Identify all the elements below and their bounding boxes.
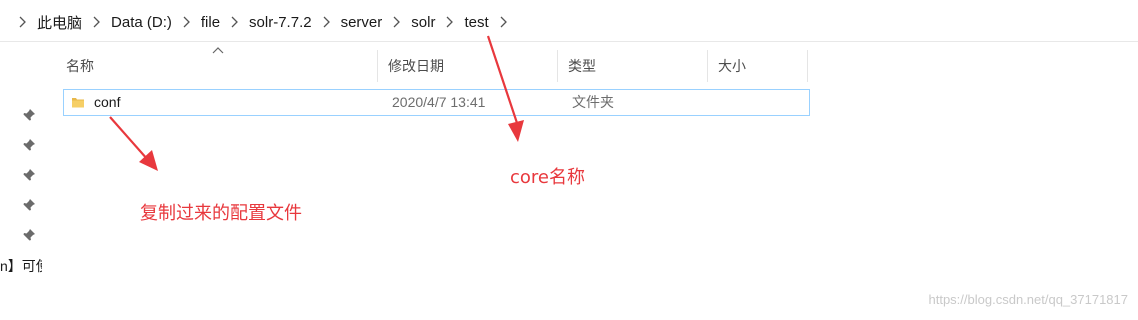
chevron-right-icon[interactable] [230,16,239,28]
chevron-right-icon[interactable] [392,16,401,28]
chevron-right-icon[interactable] [182,16,191,28]
breadcrumb: 此电脑 Data (D:) file solr-7.7.2 server sol… [8,10,518,34]
chevron-right-icon[interactable] [322,16,331,28]
pin-icon[interactable] [22,228,36,242]
file-list[interactable]: 名称 修改日期 类型 大小 conf 2020/4/7 13:41 文件夹 [42,42,1138,320]
watermark: https://blog.csdn.net/qq_37171817 [928,292,1129,307]
file-type: 文件夹 [572,94,614,110]
file-name[interactable]: conf [94,90,120,115]
annotation-copied-config: 复制过来的配置文件 [140,203,302,224]
column-header-type[interactable]: 类型 [558,50,708,82]
breadcrumb-this-pc[interactable]: 此电脑 [37,12,82,33]
pin-icon[interactable] [22,198,36,212]
chevron-right-icon[interactable] [445,16,454,28]
column-header-date[interactable]: 修改日期 [378,50,558,82]
annotation-core-name: core名称 [510,167,585,188]
breadcrumb-file[interactable]: file [201,14,220,31]
column-header-size-label: 大小 [718,58,746,74]
column-header-date-label: 修改日期 [388,58,444,74]
breadcrumb-test[interactable]: test [464,14,488,31]
column-header-size[interactable]: 大小 [708,50,808,82]
column-header-row: 名称 修改日期 类型 大小 [56,47,808,82]
file-modified-date: 2020/4/7 13:41 [392,94,486,110]
chevron-right-icon[interactable] [18,16,27,28]
address-bar[interactable]: 此电脑 Data (D:) file solr-7.7.2 server sol… [0,0,1138,42]
column-header-name[interactable]: 名称 [56,47,378,82]
navigation-pane[interactable]: n】可使 [0,42,42,320]
breadcrumb-solr[interactable]: solr [411,14,435,31]
pin-icon[interactable] [22,108,36,122]
breadcrumb-solr-version[interactable]: solr-7.7.2 [249,14,312,31]
file-row-conf[interactable]: conf 2020/4/7 13:41 文件夹 [63,89,810,116]
pin-icon[interactable] [22,168,36,182]
breadcrumb-drive[interactable]: Data (D:) [111,14,172,31]
breadcrumb-server[interactable]: server [341,14,383,31]
chevron-right-icon[interactable] [499,16,508,28]
folder-icon [72,98,84,108]
chevron-right-icon[interactable] [92,16,101,28]
nav-item-partial-label[interactable]: n】可使 [0,256,42,276]
sort-ascending-icon [212,47,224,54]
pin-icon[interactable] [22,138,36,152]
column-header-type-label: 类型 [568,58,596,74]
column-header-name-label: 名称 [66,58,94,74]
